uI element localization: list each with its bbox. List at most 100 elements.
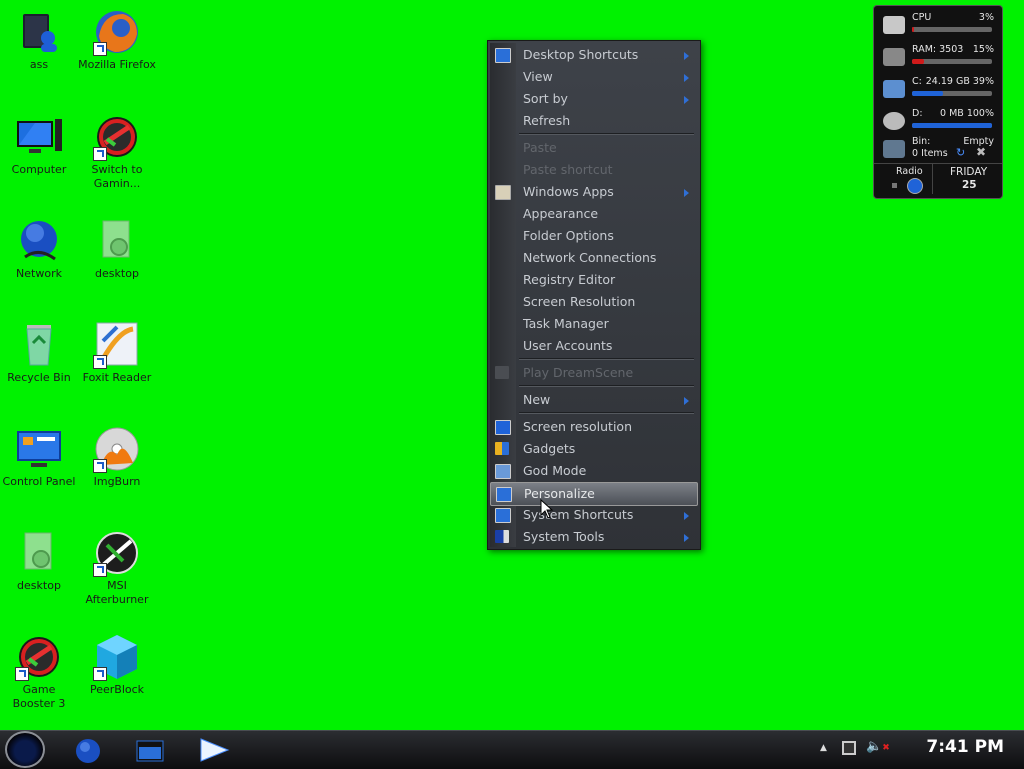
tools-icon xyxy=(495,530,509,543)
desktop-icon-switch-to-gaming[interactable]: Switch to Gamin... xyxy=(78,113,156,191)
volume-muted-icon[interactable]: 🔈✖ xyxy=(866,739,890,754)
desktop-icon-label: Mozilla Firefox xyxy=(78,58,156,71)
submenu-arrow-icon xyxy=(684,534,689,542)
submenu-arrow-icon xyxy=(684,189,689,197)
desktop-icon-desktop-1[interactable]: desktop xyxy=(78,217,156,281)
shortcut-arrow-icon xyxy=(93,563,107,577)
mouse-cursor-icon xyxy=(540,499,554,519)
menu-item-god-mode[interactable]: God Mode xyxy=(490,460,698,482)
desktop-icon-label: Switch to Gamin... xyxy=(91,163,143,190)
gadget-bin-row: Bin: Empty 0 Items ↻ ✖ xyxy=(874,134,1002,164)
submenu-arrow-icon xyxy=(684,96,689,104)
taskbar-browser-button[interactable] xyxy=(72,735,104,765)
desktop-icon-label: Computer xyxy=(11,163,67,176)
menu-item-network-connections[interactable]: Network Connections xyxy=(490,247,698,269)
menu-item-refresh[interactable]: Refresh xyxy=(490,110,698,132)
cpu-usage-bar xyxy=(912,27,992,32)
firefox-icon xyxy=(93,8,141,56)
desktop-context-menu: Desktop Shortcuts View Sort by Refresh P… xyxy=(487,40,701,550)
menu-item-screen-resolution[interactable]: Screen Resolution xyxy=(490,291,698,313)
menu-separator xyxy=(519,358,694,360)
menu-item-system-shortcuts[interactable]: System Shortcuts xyxy=(490,504,698,526)
menu-item-screen-resolution-2[interactable]: Screen resolution xyxy=(490,416,698,438)
network-tray-icon[interactable] xyxy=(842,741,856,755)
desktop-icon-desktop-2[interactable]: desktop xyxy=(0,529,78,593)
menu-item-personalize[interactable]: Personalize xyxy=(490,482,698,506)
desktop-icon-msi-afterburner[interactable]: MSI Afterburner xyxy=(78,529,156,607)
game-booster-icon xyxy=(15,633,63,681)
desktop-icon-peerblock[interactable]: PeerBlock xyxy=(78,633,156,697)
submenu-arrow-icon xyxy=(684,52,689,60)
gadget-cpu-row: CPU 3% xyxy=(874,10,1002,40)
cpu-chip-icon xyxy=(883,16,905,34)
menu-item-registry-editor[interactable]: Registry Editor xyxy=(490,269,698,291)
menu-item-view[interactable]: View xyxy=(490,66,698,88)
gadget-ram-row: RAM: 3503 15% xyxy=(874,42,1002,72)
menu-item-task-manager[interactable]: Task Manager xyxy=(490,313,698,335)
desktop-icon-network[interactable]: Network xyxy=(0,217,78,281)
control-panel-icon xyxy=(15,425,63,473)
globe-icon xyxy=(76,739,100,763)
gadget-c-drive-row: C: 24.19 GB 39% xyxy=(874,74,1002,104)
menu-item-desktop-shortcuts[interactable]: Desktop Shortcuts xyxy=(490,44,698,66)
gadget-d-drive-row: D: 0 MB 100% xyxy=(874,106,1002,136)
foxit-icon xyxy=(93,321,141,369)
hard-drive-icon xyxy=(883,80,905,98)
submenu-arrow-icon xyxy=(684,74,689,82)
desktop-icon-mozilla-firefox[interactable]: Mozilla Firefox xyxy=(78,8,156,72)
desktop-icon-label: MSI Afterburner xyxy=(85,579,149,606)
desktop-icon-label: Recycle Bin xyxy=(7,371,71,384)
shortcut-arrow-icon xyxy=(93,459,107,473)
desktop-icon-label: ImgBurn xyxy=(93,475,141,488)
menu-item-folder-options[interactable]: Folder Options xyxy=(490,225,698,247)
desktop-icon-label: PeerBlock xyxy=(89,683,145,696)
menu-item-paste: Paste xyxy=(523,140,557,155)
dreamscene-icon xyxy=(495,366,509,379)
menu-item-system-tools[interactable]: System Tools xyxy=(490,526,698,548)
c-drive-usage-bar xyxy=(912,91,992,96)
optical-drive-icon xyxy=(883,112,905,130)
menu-item-gadgets[interactable]: Gadgets xyxy=(490,438,698,460)
menu-separator xyxy=(519,133,694,135)
shortcut-arrow-icon xyxy=(93,147,107,161)
radio-play-icon[interactable] xyxy=(907,178,923,194)
disc-flame-icon xyxy=(93,425,141,473)
shortcut-arrow-icon xyxy=(93,42,107,56)
shortcut-arrow-icon xyxy=(15,667,29,681)
system-monitor-gadget[interactable]: CPU 3% RAM: 3503 15% C: 24.19 GB 39% D: … xyxy=(873,5,1003,199)
game-booster-icon xyxy=(93,113,141,161)
play-arrow-icon xyxy=(200,738,230,762)
taskbar-explorer-button[interactable] xyxy=(134,735,166,765)
desktop-icon-recycle-bin[interactable]: Recycle Bin xyxy=(0,321,78,385)
desktop-icon-ass[interactable]: ass xyxy=(0,8,78,72)
radio-stop-icon[interactable] xyxy=(892,183,897,188)
monitor-icon xyxy=(495,420,511,435)
desktop-icon-label: Foxit Reader xyxy=(82,371,152,384)
ram-usage-bar xyxy=(912,59,992,64)
desktop-icon-computer[interactable]: Computer xyxy=(0,113,78,177)
desktop-icon-control-panel[interactable]: Control Panel xyxy=(0,425,78,489)
desktop-icon-game-booster-3[interactable]: Game Booster 3 xyxy=(0,633,78,711)
menu-item-new[interactable]: New xyxy=(490,389,698,411)
desktop-icon-label: Game Booster 3 xyxy=(12,683,66,710)
apps-icon xyxy=(495,185,511,200)
taskbar-clock[interactable]: 7:41 PM xyxy=(926,737,1004,757)
taskbar-media-player-button[interactable] xyxy=(198,735,230,765)
menu-item-user-accounts[interactable]: User Accounts xyxy=(490,335,698,357)
menu-item-windows-apps[interactable]: Windows Apps xyxy=(490,181,698,203)
recycle-bin-icon xyxy=(15,321,63,369)
computer-icon xyxy=(15,113,63,161)
desktop-icon-foxit-reader[interactable]: Foxit Reader xyxy=(78,321,156,385)
empty-bin-icon[interactable]: ✖ xyxy=(976,145,986,159)
show-hidden-icons-icon[interactable]: ▲ xyxy=(820,743,827,753)
start-button[interactable] xyxy=(5,731,45,768)
shortcut-arrow-icon xyxy=(93,355,107,369)
afterburner-icon xyxy=(93,529,141,577)
menu-item-sort-by[interactable]: Sort by xyxy=(490,88,698,110)
refresh-icon[interactable]: ↻ xyxy=(956,146,965,159)
gadget-divider xyxy=(932,164,933,194)
shortcut-arrow-icon xyxy=(93,667,107,681)
desktop-icon-imgburn[interactable]: ImgBurn xyxy=(78,425,156,489)
network-globe-icon xyxy=(15,217,63,265)
menu-item-appearance[interactable]: Appearance xyxy=(490,203,698,225)
